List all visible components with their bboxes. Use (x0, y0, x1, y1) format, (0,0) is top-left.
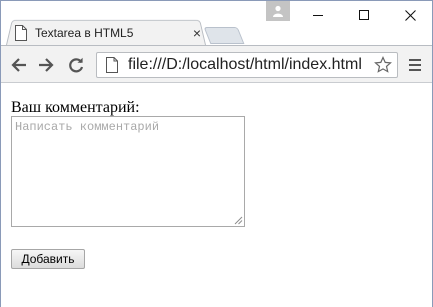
url-text[interactable]: file:///D:/localhost/html/index.html (128, 56, 373, 74)
maximize-icon (359, 10, 369, 20)
close-icon (404, 9, 416, 21)
browser-toolbar: file:///D:/localhost/html/index.html (1, 45, 432, 83)
user-icon (273, 5, 283, 17)
profile-button[interactable] (266, 1, 290, 21)
reload-button[interactable] (64, 53, 88, 77)
browser-tab[interactable]: Textarea в HTML5 × (14, 22, 204, 44)
arrow-right-icon (39, 58, 54, 72)
menu-button[interactable] (405, 55, 425, 75)
document-icon (15, 25, 27, 41)
new-tab-button[interactable] (203, 27, 245, 44)
close-window-button[interactable] (387, 1, 433, 29)
comment-label: Ваш комментарий: (11, 99, 140, 116)
maximize-button[interactable] (341, 1, 387, 29)
minimize-button[interactable] (295, 1, 341, 29)
tab-title: Textarea в HTML5 (35, 26, 134, 40)
hamburger-icon-bar (409, 64, 421, 66)
page-icon (106, 57, 118, 73)
browser-window: Textarea в HTML5 × file:///D:/localhost/… (0, 0, 433, 307)
forward-button[interactable] (34, 53, 58, 77)
arrow-left-icon (11, 58, 26, 72)
minimize-icon (313, 15, 323, 16)
hamburger-icon-bar (409, 69, 421, 71)
add-comment-button[interactable]: Добавить (11, 249, 85, 269)
back-button[interactable] (7, 53, 31, 77)
page-content: Ваш комментарий: Добавить (1, 83, 432, 307)
bookmark-button[interactable] (373, 55, 393, 75)
reload-icon (69, 57, 84, 73)
tab-close-button[interactable]: × (190, 26, 204, 40)
star-icon (374, 56, 392, 73)
address-bar[interactable]: file:///D:/localhost/html/index.html (96, 52, 398, 78)
resize-grip-icon[interactable] (234, 216, 243, 225)
hamburger-icon (409, 59, 421, 61)
comment-textarea[interactable] (11, 116, 245, 227)
title-bar: Textarea в HTML5 × (1, 1, 432, 45)
